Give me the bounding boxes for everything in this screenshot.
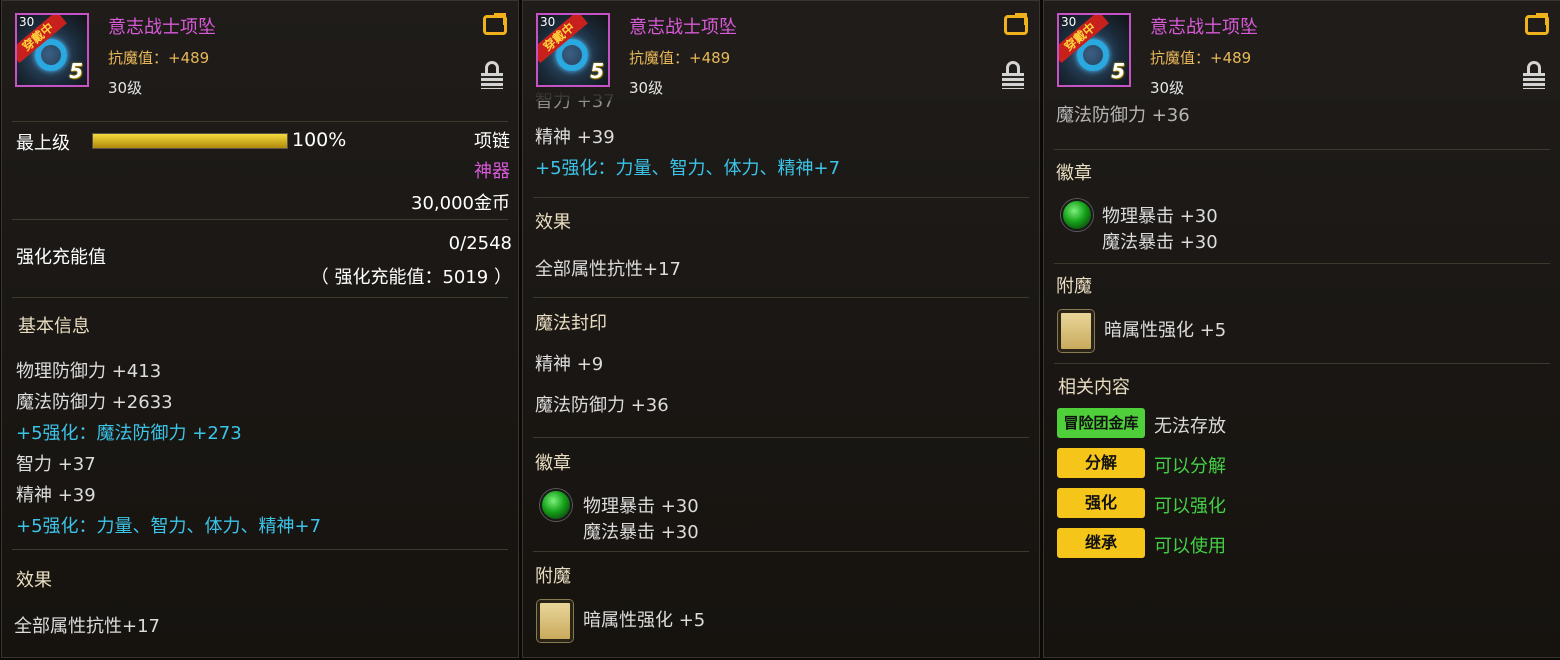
necklace-item-icon: 30 穿戴中 5 <box>1057 13 1131 87</box>
divider <box>12 219 508 220</box>
basic-info-title: 基本信息 <box>18 316 90 337</box>
enchant-card-icon <box>1058 310 1094 352</box>
share-icon[interactable] <box>483 15 507 35</box>
divider <box>1054 149 1550 150</box>
item-tooltip-panel-3: 魔法防御力 +36 30 穿戴中 5 意志战士项坠 抗魔值：+489 30级 徽… <box>1043 0 1560 658</box>
enhance-stat-line: +5强化：力量、智力、体力、精神+7 <box>535 158 841 179</box>
enhance-number: 5 <box>1111 59 1125 83</box>
stat-line: 智力 +37 <box>16 454 96 475</box>
icon-level-tag: 30 <box>19 15 35 29</box>
emblem-stat-line: 魔法暴击 +30 <box>583 522 699 543</box>
grade-bar <box>92 133 288 149</box>
price: 30,000金币 <box>411 193 510 214</box>
green-emblem-icon <box>1061 199 1093 231</box>
emblem-stat-line: 物理暴击 +30 <box>583 496 699 517</box>
enchant-text: 暗属性强化 +5 <box>583 610 706 631</box>
item-tooltip-panel-2: 智力 +37 30 穿戴中 5 意志战士项坠 抗魔值：+489 30级 精神 +… <box>522 0 1040 658</box>
divider <box>533 437 1029 438</box>
divider <box>1054 263 1550 264</box>
related-status: 可以强化 <box>1154 496 1226 517</box>
share-icon[interactable] <box>1525 15 1549 35</box>
seal-title: 魔法封印 <box>535 313 607 334</box>
stat-line: 精神 +39 <box>535 127 615 148</box>
grade-bar-fill <box>93 134 287 148</box>
effect-text: 全部属性抗性+17 <box>535 259 681 280</box>
divider <box>533 197 1029 198</box>
seal-stat-line: 精神 +9 <box>535 354 604 375</box>
enchant-text: 暗属性强化 +5 <box>1104 320 1227 341</box>
charge-value: 0/2548 <box>448 233 512 254</box>
partial-stat-line: 魔法防御力 +36 <box>1056 105 1190 126</box>
emblem-title: 徽章 <box>1056 163 1092 184</box>
lock-icon[interactable] <box>1523 61 1545 91</box>
stat-line: 精神 +39 <box>16 485 96 506</box>
stat-line: 物理防御力 +413 <box>16 361 162 382</box>
share-icon[interactable] <box>1004 15 1028 35</box>
stat-line: 魔法防御力 +2633 <box>16 392 173 413</box>
item-main-stat: 抗魔值：+489 <box>108 49 210 67</box>
related-status: 无法存放 <box>1154 416 1226 437</box>
rarity: 神器 <box>474 161 510 182</box>
enchant-card-icon <box>537 600 573 642</box>
adventure-vault-button[interactable]: 冒险团金库 <box>1057 408 1145 438</box>
emblem-stat-line: 物理暴击 +30 <box>1102 206 1218 227</box>
related-status: 可以使用 <box>1154 536 1226 557</box>
item-name: 意志战士项坠 <box>1150 17 1258 38</box>
enchant-title: 附魔 <box>535 566 571 587</box>
enhance-number: 5 <box>590 59 604 83</box>
divider <box>12 297 508 298</box>
divider <box>533 551 1029 552</box>
item-header: 30 穿戴中 5 意志战士项坠 抗魔值：+489 30级 <box>523 1 1039 101</box>
grade-label: 最上级 <box>16 133 70 154</box>
enchant-title: 附魔 <box>1056 276 1092 297</box>
charge-label: 强化充能值 <box>16 247 106 268</box>
inherit-button[interactable]: 继承 <box>1057 528 1145 558</box>
enhance-button[interactable]: 强化 <box>1057 488 1145 518</box>
item-name: 意志战士项坠 <box>108 17 216 38</box>
effect-text: 全部属性抗性+17 <box>14 616 160 637</box>
seal-stat-line: 魔法防御力 +36 <box>535 395 669 416</box>
slot-type: 项链 <box>474 131 510 152</box>
lock-icon[interactable] <box>1002 61 1024 91</box>
item-main-stat: 抗魔值：+489 <box>1150 49 1252 67</box>
item-level: 30级 <box>108 79 143 97</box>
necklace-item-icon: 30 穿戴中 5 <box>536 13 610 87</box>
lock-icon[interactable] <box>481 61 503 91</box>
divider <box>12 121 508 122</box>
emblem-title: 徽章 <box>535 453 571 474</box>
divider <box>533 297 1029 298</box>
effect-title: 效果 <box>535 212 571 233</box>
item-tooltip-panel-1: 30 穿戴中 5 意志战士项坠 抗魔值：+489 30级 最上级 100% 项链… <box>1 0 519 658</box>
grade-percent: 100% <box>292 129 347 151</box>
item-header: 30 穿戴中 5 意志战士项坠 抗魔值：+489 30级 <box>2 1 518 101</box>
enhance-stat-line: +5强化：魔法防御力 +273 <box>16 423 242 444</box>
divider <box>12 549 508 550</box>
item-header: 30 穿戴中 5 意志战士项坠 抗魔值：+489 30级 <box>1044 1 1560 101</box>
divider <box>1054 363 1550 364</box>
disassemble-button[interactable]: 分解 <box>1057 448 1145 478</box>
item-main-stat: 抗魔值：+489 <box>629 49 731 67</box>
related-title: 相关内容 <box>1058 377 1130 398</box>
enhance-stat-line: +5强化：力量、智力、体力、精神+7 <box>16 516 322 537</box>
charge-note: （ 强化充能值：5019 ） <box>310 267 512 288</box>
necklace-item-icon: 30 穿戴中 5 <box>15 13 89 87</box>
related-status: 可以分解 <box>1154 456 1226 477</box>
enhance-number: 5 <box>69 59 83 83</box>
effect-title: 效果 <box>16 570 52 591</box>
green-emblem-icon <box>540 489 572 521</box>
item-level: 30级 <box>1150 79 1185 97</box>
emblem-stat-line: 魔法暴击 +30 <box>1102 232 1218 253</box>
item-level: 30级 <box>629 79 664 97</box>
icon-level-tag: 30 <box>1061 15 1077 29</box>
icon-level-tag: 30 <box>540 15 556 29</box>
item-name: 意志战士项坠 <box>629 17 737 38</box>
